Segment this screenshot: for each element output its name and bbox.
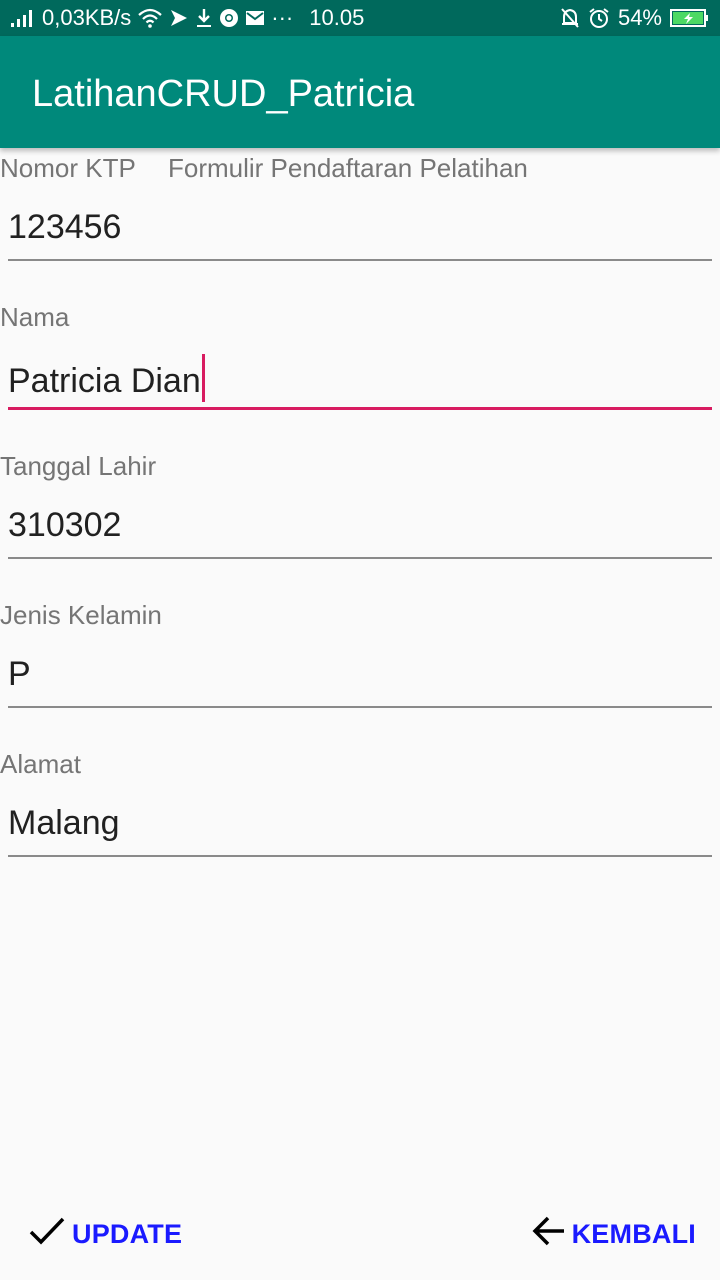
nomor-ktp-value: 123456 (8, 208, 122, 246)
label-tanggal-lahir: Tanggal Lahir (0, 451, 157, 481)
label-jenis-kelamin: Jenis Kelamin (0, 600, 162, 630)
check-icon (28, 1216, 66, 1253)
field-underline (8, 557, 712, 559)
update-button[interactable]: UPDATE (28, 1212, 182, 1256)
jenis-kelamin-field[interactable]: P (8, 652, 712, 708)
jenis-kelamin-value: P (8, 655, 31, 693)
label-alamat: Alamat (0, 749, 81, 779)
back-label: KEMBALI (571, 1218, 696, 1249)
chrome-icon (219, 8, 239, 28)
tanggal-lahir-value: 310302 (8, 506, 122, 544)
tanggal-lahir-field[interactable]: 310302 (8, 503, 712, 559)
nama-field[interactable]: Patricia Dian (8, 354, 712, 410)
mail-icon (245, 10, 265, 26)
download-icon (195, 8, 213, 28)
flipboard-icon (169, 8, 189, 28)
status-left: 0,03KB/s ··· 10.05 (10, 0, 364, 36)
form-heading: Formulir Pendaftaran Pelatihan (168, 153, 528, 183)
text-cursor (201, 354, 205, 402)
status-bar: 0,03KB/s ··· 10.05 54% (0, 0, 720, 36)
nama-value: Patricia Dian (8, 362, 201, 400)
field-underline (8, 706, 712, 708)
update-label: UPDATE (72, 1218, 183, 1249)
nomor-ktp-field[interactable]: 123456 (8, 205, 712, 261)
wifi-icon (137, 7, 163, 29)
nama-value-wrap: Patricia Dian (8, 354, 205, 403)
bell-off-icon (560, 7, 580, 29)
field-underline (8, 259, 712, 261)
status-right: 54% (560, 0, 710, 36)
net-speed: 0,03KB/s (42, 5, 132, 30)
alamat-value: Malang (8, 804, 120, 842)
app-title: LatihanCRUD_Patricia (32, 73, 415, 115)
status-time: 10.05 (309, 5, 365, 30)
field-underline (8, 855, 712, 857)
app-bar: LatihanCRUD_Patricia (0, 36, 720, 148)
more-dots: ··· (271, 5, 294, 30)
battery-charging-icon (670, 8, 710, 28)
alamat-field[interactable]: Malang (8, 801, 712, 857)
field-underline-focused (8, 407, 712, 410)
back-button[interactable]: KEMBALI (532, 1212, 696, 1256)
battery-percent: 54% (617, 5, 662, 30)
label-nama: Nama (0, 302, 70, 332)
arrow-back-icon (532, 1215, 566, 1254)
alarm-icon (588, 7, 610, 29)
signal-icon (10, 8, 36, 28)
label-nomor-ktp: Nomor KTP (0, 153, 136, 183)
